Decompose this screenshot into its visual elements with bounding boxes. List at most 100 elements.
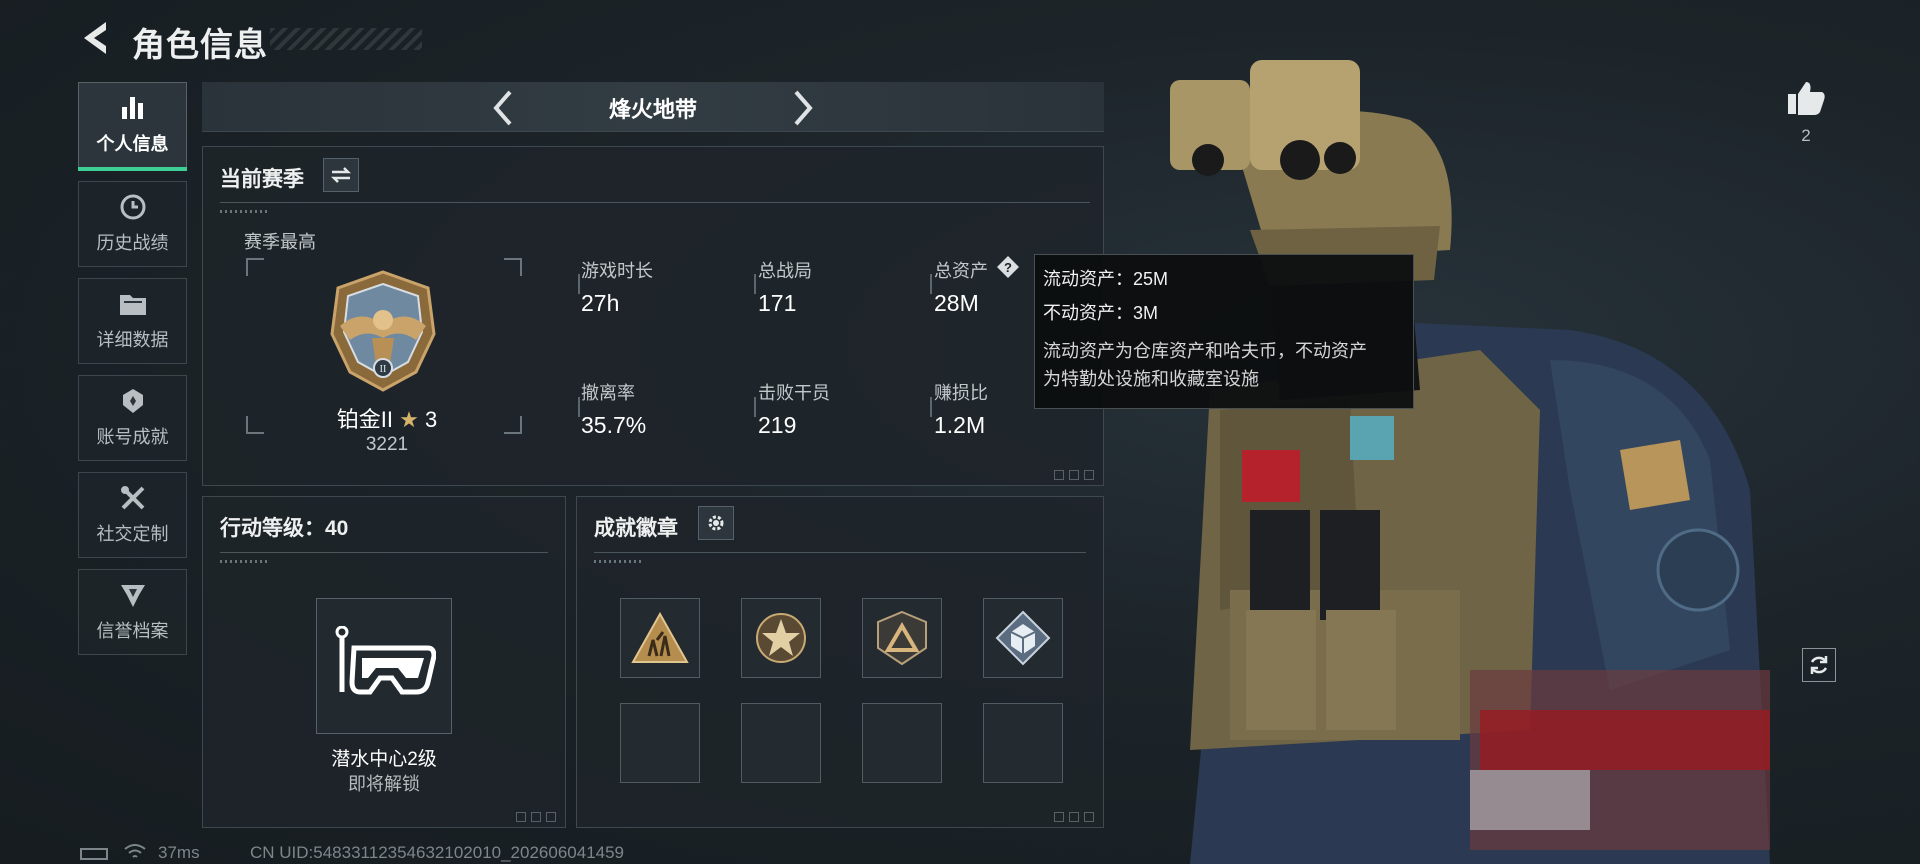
character-model[interactable] [1150, 30, 1770, 864]
stat-extract-rate-value: 35.7% [581, 412, 647, 438]
badge-slot[interactable] [620, 598, 700, 678]
stat-extract-rate-label: 撤离率 [581, 383, 635, 403]
stat-playtime-label: 游戏时长 [581, 261, 653, 281]
title-decoration [270, 28, 422, 50]
panel-corner-marks [516, 812, 560, 822]
stat-assets-label: 总资产 [934, 261, 988, 281]
tooltip-desc-line1: 流动资产为仓库资产和哈夫币，不动资产 [1043, 341, 1367, 361]
badge-slot[interactable] [983, 598, 1063, 678]
sidebar-item-label: 个人信息 [96, 134, 169, 154]
stat-profit-ratio-value: 1.2M [934, 412, 986, 438]
rank-score: 3221 [365, 434, 409, 455]
ping-text: 37ms [158, 843, 200, 862]
sidebar-item-credit-record[interactable]: 信誉档案 [78, 569, 187, 655]
wrench-icon [117, 484, 149, 512]
unlock-item-status: 即将解锁 [348, 774, 420, 794]
panel-corner-marks [1054, 470, 1098, 480]
refresh-icon [1810, 656, 1828, 674]
badge-settings-button[interactable] [698, 506, 734, 540]
back-icon[interactable] [76, 18, 112, 58]
rank-name: 铂金II [336, 407, 393, 432]
svg-text:?: ? [1004, 260, 1012, 275]
season-best-label: 赛季最高 [244, 232, 316, 252]
thumbs-up-icon[interactable] [1786, 78, 1826, 118]
help-icon[interactable]: ? [996, 255, 1020, 279]
divider [220, 552, 548, 553]
shield-icon [117, 581, 149, 609]
rank-stars: 3 [424, 407, 438, 432]
uid-text: CN UID:548331123546321020​10_20260604145… [250, 843, 625, 862]
chevron-right-icon[interactable] [788, 88, 818, 128]
sidebar-item-label: 详细数据 [96, 330, 169, 350]
diving-mask-icon [335, 626, 436, 695]
rank-name-row: 铂金II ★ 3 [324, 402, 450, 434]
stat-bar [578, 397, 580, 417]
stat-bar [754, 274, 756, 294]
sidebar-item-label: 信誉档案 [96, 621, 169, 641]
sidebar-item-label: 社交定制 [96, 524, 169, 544]
stat-bar [754, 397, 756, 417]
stat-matches-value: 171 [758, 290, 797, 316]
stat-kills-value: 219 [758, 412, 797, 438]
decoration-ticks [220, 560, 270, 563]
sidebar-item-label: 账号成就 [96, 427, 169, 447]
badge-slot-empty[interactable] [983, 703, 1063, 783]
sidebar-item-personal-info[interactable]: 个人信息 [78, 82, 187, 171]
sidebar-item-history[interactable]: 历史战绩 [78, 181, 187, 267]
season-title: 当前赛季 [220, 168, 304, 191]
stat-matches-label: 总战局 [758, 261, 812, 281]
stat-profit-ratio-label: 赚损比 [934, 383, 988, 403]
unlock-item-name: 潜水中心2级 [331, 749, 437, 770]
tooltip-desc-line2: 为特勤处设施和收藏室设施 [1043, 369, 1259, 389]
rank-emblem-icon: II [320, 268, 446, 394]
trophy-icon [117, 387, 149, 415]
stat-bar [930, 274, 932, 294]
badge-slot-empty[interactable] [741, 703, 821, 783]
decoration-ticks [594, 560, 644, 563]
frame-corner [504, 416, 522, 434]
tooltip-fixed-assets: 不动资产：3M [1043, 303, 1159, 323]
star-badge-icon [756, 613, 806, 663]
triangle-badge-icon [877, 610, 927, 666]
divider [220, 202, 1090, 203]
soldiers-badge-icon [631, 612, 689, 663]
badge-slot[interactable] [741, 598, 821, 678]
sidebar-item-label: 历史战绩 [96, 233, 169, 253]
badges-title: 成就徽章 [594, 517, 678, 540]
star-icon: ★ [399, 407, 419, 432]
decoration-ticks [220, 210, 270, 213]
page-title: 角色信息 [132, 26, 268, 63]
chevron-left-icon[interactable] [488, 88, 518, 128]
folder-icon [117, 290, 149, 318]
sidebar-item-achievements[interactable]: 账号成就 [78, 375, 187, 461]
frame-corner [504, 258, 522, 276]
badge-slot-empty[interactable] [862, 703, 942, 783]
swap-icon [330, 167, 352, 183]
panel-corner-marks [1054, 812, 1098, 822]
sidebar-item-detailed-data[interactable]: 详细数据 [78, 278, 187, 364]
bar-chart-icon [117, 94, 149, 122]
badge-slot[interactable] [862, 598, 942, 678]
frame-corner [246, 416, 264, 434]
frame-corner [246, 258, 264, 276]
svg-text:II: II [380, 364, 387, 375]
stat-kills-label: 击败干员 [758, 383, 830, 403]
sidebar-item-social-customize[interactable]: 社交定制 [78, 472, 187, 558]
wifi-icon [124, 843, 146, 861]
assets-tooltip: 流动资产：25M 不动资产：3M 流动资产为仓库资产和哈夫币，不动资产 为特勤处… [1034, 254, 1414, 409]
unlock-item-frame[interactable] [316, 598, 452, 734]
gear-icon [708, 515, 724, 531]
action-level-title: 行动等级：40 [220, 517, 349, 540]
stat-bar [930, 397, 932, 417]
mode-title: 烽火地带 [608, 97, 697, 122]
divider [594, 552, 1086, 553]
tooltip-liquid-assets: 流动资产：25M [1043, 269, 1169, 289]
badge-slot-empty[interactable] [620, 703, 700, 783]
like-count: 2 [1801, 126, 1811, 145]
stat-assets-value: 28M [934, 290, 979, 316]
rotate-view-button[interactable] [1802, 648, 1836, 682]
swap-season-button[interactable] [323, 158, 359, 192]
cube-badge-icon [995, 610, 1051, 666]
stat-bar [578, 274, 580, 294]
clock-icon [117, 193, 149, 221]
